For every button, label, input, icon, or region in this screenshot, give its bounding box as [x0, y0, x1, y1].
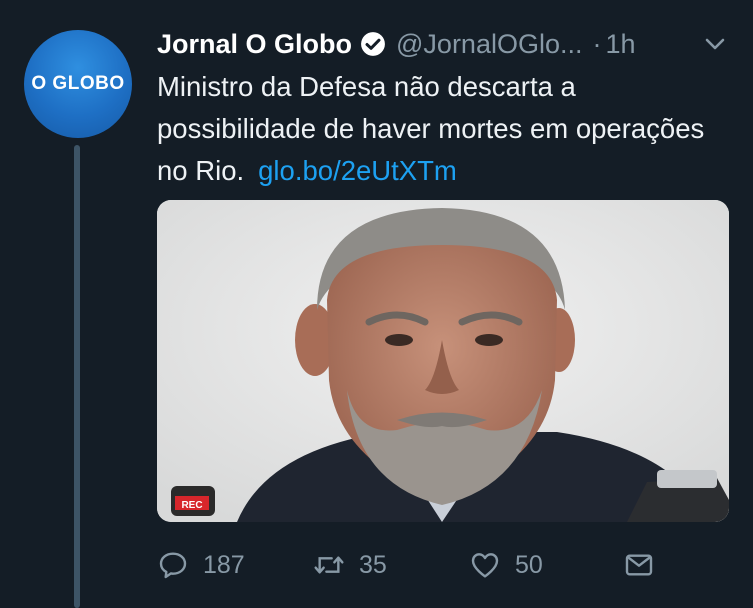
author-name[interactable]: Jornal O Globo — [157, 29, 352, 60]
retweet-button[interactable]: 35 — [313, 545, 387, 585]
retweet-count: 35 — [359, 550, 387, 579]
verified-badge-icon — [361, 32, 385, 56]
avatar-logo-text: O GLOBO — [31, 73, 125, 94]
tweet[interactable]: O GLOBO Jornal O Globo @JornalOGlo... · … — [0, 0, 753, 608]
author-handle[interactable]: @JornalOGlo... — [396, 29, 582, 60]
mic-label: REC — [181, 500, 202, 511]
thread-line — [74, 145, 80, 608]
avatar[interactable]: O GLOBO — [24, 30, 132, 138]
envelope-icon — [625, 554, 653, 576]
like-count: 50 — [515, 550, 543, 579]
tweet-photo[interactable]: REC — [157, 200, 729, 522]
tweet-actions: 187 35 50 — [157, 545, 717, 585]
tweet-text: Ministro da Defesa não descarta a possib… — [157, 66, 727, 192]
reply-button[interactable]: 187 — [157, 545, 245, 585]
reply-bubble-icon — [159, 552, 187, 579]
tweet-link[interactable]: glo.bo/2eUtXTm — [258, 155, 457, 186]
separator-dot: · — [592, 28, 602, 59]
reply-count: 187 — [203, 550, 245, 579]
tweet-header: Jornal O Globo @JornalOGlo... · 1h — [157, 24, 737, 64]
portrait-illustration: REC — [157, 200, 729, 522]
heart-icon — [471, 553, 499, 578]
direct-message-button[interactable] — [623, 545, 655, 585]
chevron-down-icon[interactable] — [703, 32, 727, 56]
retweet-arrows-icon — [314, 556, 344, 574]
timestamp[interactable]: 1h — [605, 29, 635, 60]
like-button[interactable]: 50 — [469, 545, 543, 585]
